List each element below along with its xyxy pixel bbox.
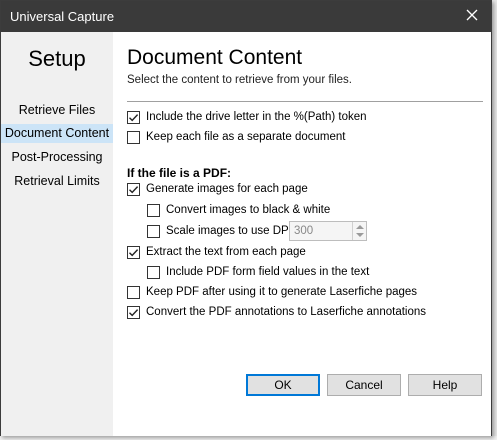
option-label: Convert the PDF annotations to Laserfich… — [146, 306, 427, 318]
checkbox-annotations[interactable] — [127, 305, 140, 319]
checkbox-generate-images[interactable] — [127, 182, 140, 196]
option-label: Convert images to black & white — [166, 204, 331, 216]
dpi-stepper[interactable]: 300 — [289, 221, 367, 241]
page-title: Document Content — [127, 46, 303, 69]
sidebar-item-post-processing[interactable]: Post-Processing — [1, 148, 113, 167]
option-keep-pdf[interactable]: Keep PDF after using it to generate Lase… — [127, 285, 417, 299]
checkbox-drive-letter[interactable] — [127, 110, 140, 124]
sidebar: Setup Retrieve Files Document Content Po… — [1, 32, 113, 436]
checkbox-form-fields[interactable] — [147, 265, 160, 279]
ok-button[interactable]: OK — [246, 374, 320, 396]
option-label: Generate images for each page — [146, 183, 308, 195]
option-drive-letter[interactable]: Include the drive letter in the %(Path) … — [127, 110, 367, 124]
title-bar[interactable]: Universal Capture — [1, 1, 491, 32]
checkmark-icon — [129, 248, 139, 256]
checkbox-black-white[interactable] — [147, 203, 160, 217]
option-label: Include the drive letter in the %(Path) … — [146, 111, 367, 123]
pdf-section-label: If the file is a PDF: — [127, 166, 232, 180]
page-subtitle: Select the content to retrieve from your… — [127, 74, 352, 86]
divider — [127, 101, 483, 102]
option-form-fields[interactable]: Include PDF form field values in the tex… — [147, 265, 369, 279]
option-label: Keep PDF after using it to generate Lase… — [146, 286, 418, 298]
checkbox-extract-text[interactable] — [127, 245, 140, 259]
close-icon[interactable] — [463, 6, 481, 24]
spin-up-icon[interactable] — [356, 225, 364, 229]
sidebar-heading: Setup — [28, 46, 86, 71]
option-annotations[interactable]: Convert the PDF annotations to Laserfich… — [127, 305, 426, 319]
background-window-bottom — [0, 436, 497, 440]
checkbox-scale-dpi[interactable] — [147, 224, 160, 238]
sidebar-item-document-content[interactable]: Document Content — [1, 124, 113, 143]
option-label: Extract the text from each page — [146, 246, 306, 258]
checkbox-separate-document[interactable] — [127, 130, 140, 144]
dpi-value: 300 — [294, 225, 314, 237]
sidebar-item-retrieval-limits[interactable]: Retrieval Limits — [1, 172, 113, 191]
option-extract-text[interactable]: Extract the text from each page — [127, 245, 306, 259]
dpi-spinner[interactable] — [352, 222, 366, 240]
spin-down-icon[interactable] — [356, 233, 364, 237]
option-black-white[interactable]: Convert images to black & white — [147, 203, 330, 217]
option-label: Keep each file as a separate document — [146, 131, 346, 143]
help-button[interactable]: Help — [408, 374, 482, 396]
option-scale-dpi[interactable]: Scale images to use DPI: — [147, 224, 295, 238]
checkbox-keep-pdf[interactable] — [127, 285, 140, 299]
option-label: Scale images to use DPI: — [166, 225, 296, 237]
checkmark-icon — [129, 185, 139, 193]
checkmark-icon — [129, 308, 139, 316]
cancel-button[interactable]: Cancel — [327, 374, 401, 396]
window-title: Universal Capture — [10, 9, 115, 24]
checkmark-icon — [129, 113, 139, 121]
sidebar-item-retrieve-files[interactable]: Retrieve Files — [1, 101, 113, 120]
option-separate-document[interactable]: Keep each file as a separate document — [127, 130, 345, 144]
option-generate-images[interactable]: Generate images for each page — [127, 182, 308, 196]
universal-capture-dialog: Universal Capture Setup Retrieve Files D… — [0, 0, 492, 436]
background-window-edge — [492, 0, 497, 440]
option-label: Include PDF form field values in the tex… — [166, 266, 370, 278]
